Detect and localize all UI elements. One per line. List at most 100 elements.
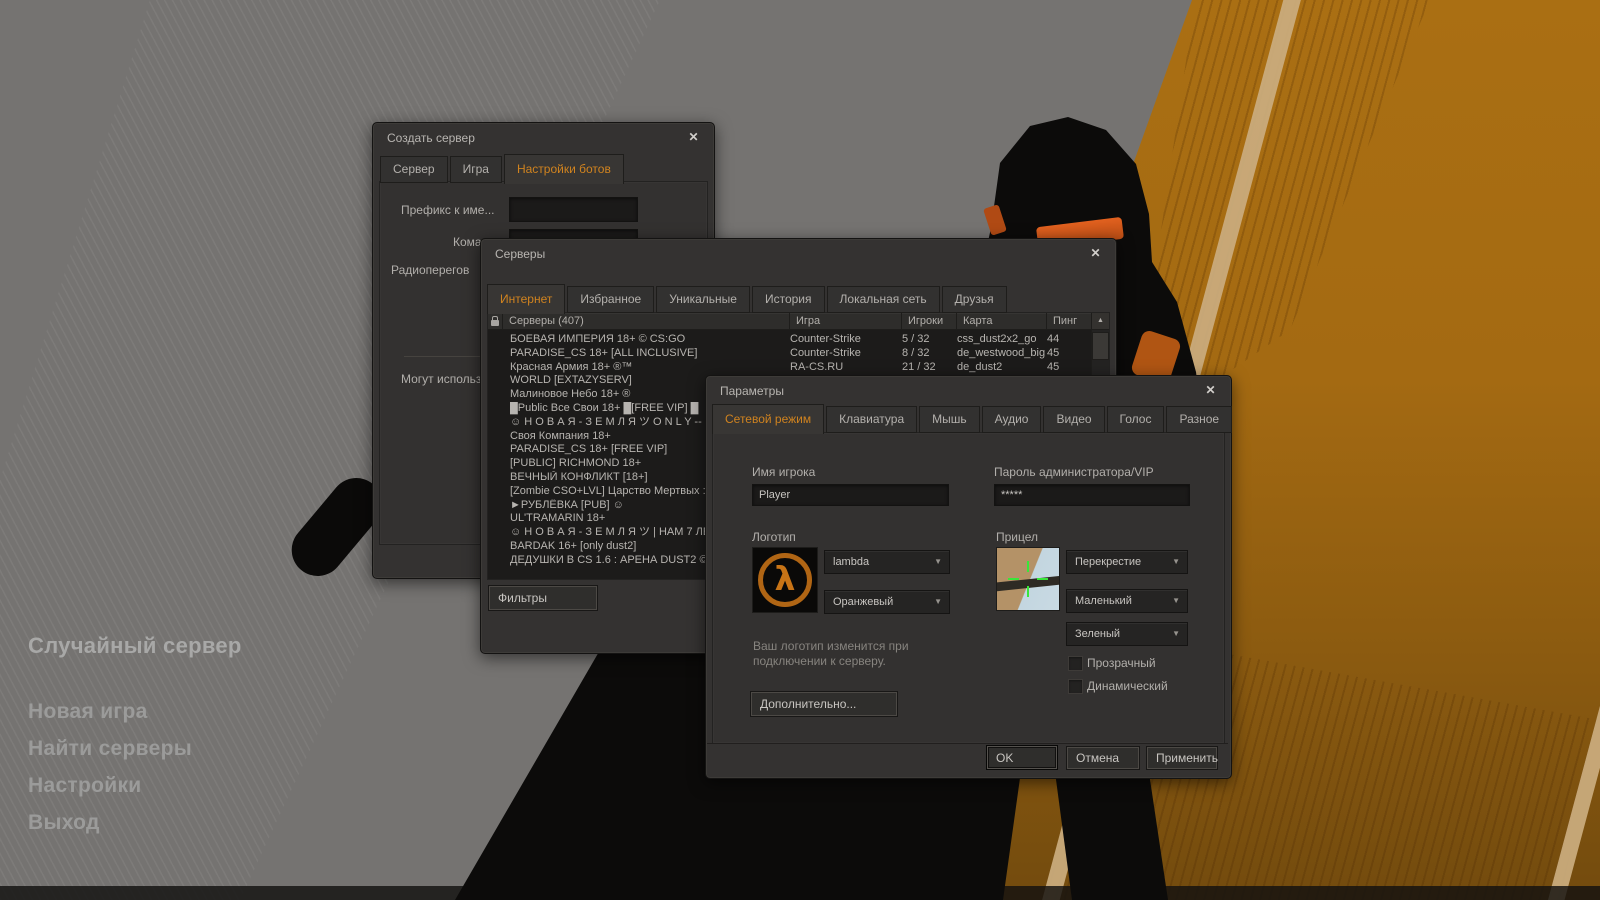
cancel-button[interactable]: Отмена [1067,747,1139,769]
logo-preview: λ [752,547,818,613]
server-name: БОЕВАЯ ИМПЕРИЯ 18+ © CS:GO [488,333,790,347]
menu-item[interactable]: Новая игра [28,700,192,723]
tab[interactable]: Настройки ботов [504,154,624,184]
server-row[interactable]: БОЕВАЯ ИМПЕРИЯ 18+ © CS:GO Counter-Strik… [488,333,1091,347]
column-header-servers[interactable]: Серверы (407) [503,313,790,330]
chevron-down-icon: ▼ [934,591,942,613]
filters-button[interactable]: Фильтры [489,586,597,610]
scroll-up-icon[interactable]: ▲ [1092,313,1109,330]
create-server-title: Создать сервер [387,131,475,145]
transparent-checkbox-label: Прозрачный [1087,656,1156,670]
server-players: 8 / 32 [902,347,957,361]
bot-prefix-label: Префикс к име... [401,203,494,217]
scroll-thumb[interactable] [1092,332,1109,360]
tab[interactable]: Сервер [380,156,448,183]
dynamic-checkbox[interactable] [1068,679,1083,694]
tab[interactable]: Аудио [982,406,1042,433]
server-map: de_dust2 [957,361,1047,375]
chevron-down-icon: ▼ [1172,623,1180,645]
bot-command-label: Кома [453,235,482,249]
tab[interactable]: Интернет [487,284,565,314]
options-title: Параметры [720,384,784,398]
footer-separator [707,743,1228,744]
server-map: css_dust2x2_go [957,333,1047,347]
bot-radio-label: Радиоперегов [391,263,469,277]
transparent-checkbox[interactable] [1068,656,1083,671]
tab[interactable]: Друзья [942,286,1007,313]
tab[interactable]: Сетевой режим [712,404,824,434]
crosshair-size-value: Маленький [1075,595,1132,607]
logo-label: Логотип [752,530,796,544]
server-ping: 44 [1047,333,1091,347]
menu-item-random-server[interactable]: Случайный сервер [28,633,242,659]
crosshair-color-value: Зеленый [1075,628,1120,640]
column-header-map[interactable]: Карта [957,313,1047,330]
server-name: Красная Армия 18+ ®™ [488,361,790,375]
crosshair-icon [1037,578,1048,580]
column-header-players[interactable]: Игроки [902,313,957,330]
bot-prefix-input[interactable] [509,197,638,222]
crosshair-type-value: Перекрестие [1075,556,1141,568]
player-name-input[interactable]: Player [752,484,949,506]
server-row[interactable]: PARADISE_CS 18+ [ALL INCLUSIVE] Counter-… [488,347,1091,361]
server-game: Counter-Strike [790,347,902,361]
logo-type-dropdown[interactable]: lambda▼ [824,550,950,574]
advanced-button[interactable]: Дополнительно... [751,692,897,716]
bot-section-label: Могут использ [401,372,481,386]
options-dialog: Параметры ✕ Сетевой режим Клавиатура Мыш… [705,375,1232,779]
menu-item[interactable]: Выход [28,811,192,834]
server-row[interactable]: Красная Армия 18+ ®™ RA-CS.RU 21 / 32 de… [488,361,1091,375]
server-list-header: Серверы (407) Игра Игроки Карта Пинг [488,313,1091,330]
servers-tabs: Интернет Избранное Уникальные История Ло… [487,283,1009,313]
server-name: PARADISE_CS 18+ [ALL INCLUSIVE] [488,347,790,361]
close-icon[interactable]: ✕ [686,130,701,145]
tab[interactable]: Разное [1166,406,1232,433]
column-header-game[interactable]: Игра [790,313,902,330]
admin-password-input[interactable]: ***** [994,484,1190,506]
lambda-icon: λ [775,559,796,598]
ok-button[interactable]: OK [987,746,1057,769]
menu-item[interactable]: Найти серверы [28,737,192,760]
tab[interactable]: Мышь [919,406,980,433]
crosshair-preview [996,547,1060,611]
dynamic-checkbox-label: Динамический [1087,679,1168,693]
main-menu: Новая игра Найти серверы Настройки Выход [28,700,192,834]
server-game: Counter-Strike [790,333,902,347]
servers-title: Серверы [495,247,545,261]
close-icon[interactable]: ✕ [1203,383,1218,398]
tab[interactable]: Избранное [567,286,654,313]
crosshair-type-dropdown[interactable]: Перекрестие▼ [1066,550,1188,574]
server-ping: 45 [1047,361,1091,375]
tab[interactable]: Уникальные [656,286,750,313]
column-header-ping[interactable]: Пинг [1047,313,1091,330]
apply-button[interactable]: Применить [1147,747,1217,769]
tab[interactable]: Игра [450,156,502,183]
server-players: 5 / 32 [902,333,957,347]
lock-column-header[interactable] [488,313,503,330]
server-game: RA-CS.RU [790,361,902,375]
crosshair-label: Прицел [996,530,1038,544]
tab[interactable]: История [752,286,825,313]
logo-type-value: lambda [833,556,869,568]
logo-color-value: Оранжевый [833,596,893,608]
admin-password-label: Пароль администратора/VIP [994,465,1154,479]
tab[interactable]: Клавиатура [826,406,917,433]
close-icon[interactable]: ✕ [1088,246,1103,261]
crosshair-icon [1008,578,1019,580]
server-ping: 45 [1047,347,1091,361]
logo-note-line2: подключении к серверу. [753,654,886,668]
tab[interactable]: Локальная сеть [827,286,940,313]
crosshair-color-dropdown[interactable]: Зеленый ▼ [1066,622,1188,646]
server-map: de_westwood_big [957,347,1047,361]
crosshair-size-dropdown[interactable]: Маленький▼ [1066,589,1188,613]
game-main-screen: Случайный сервер Новая игра Найти сервер… [0,0,1600,900]
server-players: 21 / 32 [902,361,957,375]
tab[interactable]: Видео [1043,406,1104,433]
crosshair-icon [1027,586,1029,597]
tab[interactable]: Голос [1107,406,1165,433]
logo-color-dropdown[interactable]: Оранжевый ▼ [824,590,950,614]
menu-item[interactable]: Настройки [28,774,192,797]
logo-note-line1: Ваш логотип изменится при [753,639,909,653]
options-tabs: Сетевой режим Клавиатура Мышь Аудио Виде… [712,404,1234,433]
crosshair-icon [1027,561,1029,572]
